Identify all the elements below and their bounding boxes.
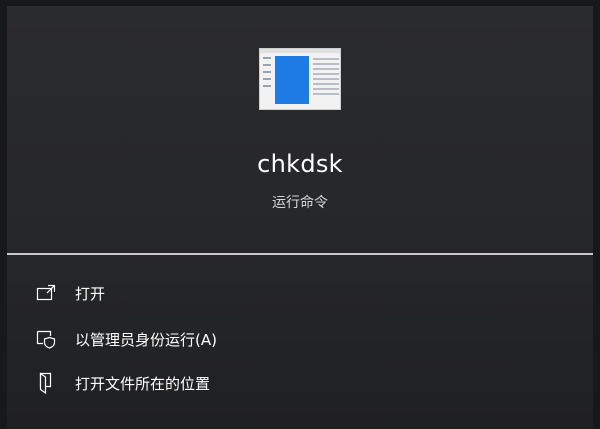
action-open-file-location-label: 打开文件所在的位置 bbox=[75, 374, 211, 393]
action-open-file-location[interactable]: 打开文件所在的位置 bbox=[35, 368, 210, 398]
shield-icon bbox=[35, 328, 57, 350]
action-open[interactable]: 打开 bbox=[35, 278, 105, 308]
divider bbox=[7, 253, 593, 255]
action-run-as-admin-label: 以管理员身份运行(A) bbox=[75, 330, 217, 349]
action-run-as-admin[interactable]: 以管理员身份运行(A) bbox=[35, 324, 217, 354]
app-type: 运行命令 bbox=[272, 195, 328, 211]
file-location-icon bbox=[35, 372, 57, 394]
thumbnail-titlebar bbox=[260, 49, 340, 53]
search-result-detail-panel: chkdsk 运行命令 打开 以管理员身份运行(A) 打开文件所在的位置 bbox=[0, 0, 600, 429]
thumbnail-sidebar bbox=[263, 57, 273, 107]
thumbnail-text-lines bbox=[313, 58, 339, 98]
app-thumbnail bbox=[259, 48, 341, 110]
open-icon bbox=[35, 282, 57, 304]
app-name: chkdsk bbox=[257, 150, 343, 178]
thumbnail-blue-pane bbox=[275, 56, 309, 104]
action-open-label: 打开 bbox=[75, 284, 106, 303]
